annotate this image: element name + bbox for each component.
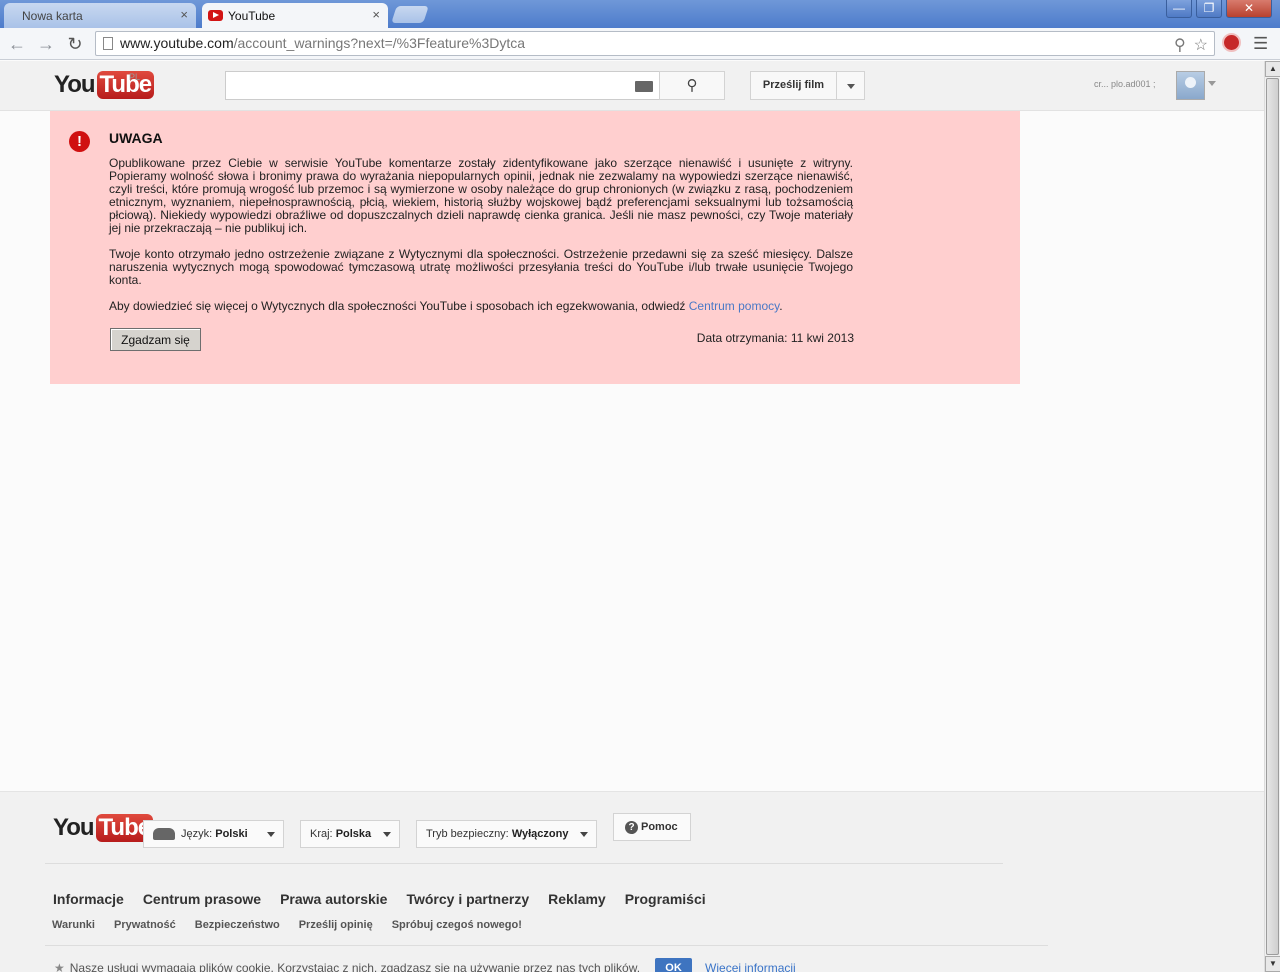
country-value: Polska [335,828,372,840]
chevron-down-icon[interactable] [1208,81,1218,87]
tab-youtube[interactable]: YouTube × [202,3,388,28]
tab-new-tab[interactable]: Nowa karta × [4,3,196,28]
search-icon: ⚲ [686,77,698,94]
footer-link[interactable]: Programiści [625,891,706,907]
window-close-icon[interactable]: ✕ [1226,0,1272,18]
warning-body: Opublikowane przez Ciebie w serwisie You… [109,157,853,326]
help-label: Pomoc [641,821,678,833]
footer-divider [45,863,1003,864]
cookie-ok-button[interactable]: OK [655,958,693,972]
search-input[interactable] [225,71,660,100]
country-selector[interactable]: Kraj: Polska [300,820,400,848]
logo-you: You [53,814,95,841]
user-name[interactable]: cr... plo.ad001 ; [1094,79,1156,89]
region-code: PL [129,72,141,82]
help-icon: ? [625,821,638,834]
chevron-down-icon [383,832,391,837]
cookie-notice: ★ Nasze usługi wymagają plików cookie. K… [54,958,796,972]
footer-link[interactable]: Prywatność [114,919,176,931]
browser-menu-icon[interactable]: ☰ [1253,34,1268,54]
browser-titlebar: Nowa karta × YouTube × — ❐ ✕ [0,0,1280,28]
minimize-icon[interactable]: — [1166,0,1192,18]
help-center-link[interactable]: Centrum pomocy [689,299,779,313]
warning-paragraph: Opublikowane przez Ciebie w serwisie You… [109,156,853,235]
safety-label: Tryb bezpieczny: [426,828,509,840]
adblock-extension-icon[interactable] [1222,33,1241,52]
youtube-favicon-icon [208,10,223,21]
language-selector[interactable]: Język: Polski [143,820,284,848]
country-label: Kraj: [310,828,333,840]
tab-label: Nowa karta [22,8,83,23]
footer-link[interactable]: Prawa autorskie [280,891,387,907]
more-info-link[interactable]: Więcej informacji [705,961,796,972]
tab-label: YouTube [228,8,276,23]
restore-icon[interactable]: ❐ [1196,0,1222,18]
footer-link[interactable]: Informacje [53,891,124,907]
agree-button[interactable]: Zgadzam się [110,328,201,351]
footer-link[interactable]: Bezpieczeństwo [195,919,280,931]
address-bar[interactable]: www.youtube.com/account_warnings?next=/%… [95,31,1215,56]
scroll-down-icon[interactable]: ▼ [1265,956,1280,972]
received-date: Data otrzymania: 11 kwi 2013 [696,331,854,345]
back-arrow-icon[interactable]: ← [6,33,28,55]
footer-link[interactable]: Twórcy i partnerzy [406,891,529,907]
avatar[interactable] [1176,71,1205,100]
warning-paragraph: Twoje konto otrzymało jedno ostrzeżenie … [109,247,853,287]
key-icon[interactable]: ⚲ [1174,34,1186,57]
cookie-text: Nasze usługi wymagają plików cookie. Kor… [69,961,641,972]
language-label: Język: [181,828,213,840]
close-icon[interactable]: × [372,7,380,22]
close-icon[interactable]: × [180,7,188,22]
paragraph-text: Aby dowiedzieć się więcej o Wytycznych d… [109,299,689,313]
page-icon [103,37,113,50]
safety-mode-selector[interactable]: Tryb bezpieczny: Wyłączony [416,820,597,848]
language-icon [153,828,175,841]
page-scrollbar[interactable]: ▲ ▼ [1264,61,1280,972]
footer-secondary-links: Warunki Prywatność Bezpieczeństwo Prześl… [52,919,522,931]
language-value: Polski [215,828,248,840]
new-tab-button[interactable] [391,6,429,23]
footer-link[interactable]: Centrum prasowe [143,891,261,907]
chevron-down-icon [580,832,588,837]
footer-divider [45,945,1048,946]
footer-link[interactable]: Spróbuj czegoś nowego! [392,919,522,931]
scroll-thumb[interactable] [1266,78,1279,955]
footer-primary-links: Informacje Centrum prasowe Prawa autorsk… [53,891,706,907]
upload-dropdown-button[interactable] [836,71,865,100]
warning-icon: ! [69,131,90,152]
account-warning-box: ! UWAGA Opublikowane przez Ciebie w serw… [50,111,1020,384]
chevron-down-icon [267,832,275,837]
footer-youtube-logo[interactable]: You Tube [53,814,154,842]
youtube-footer: You Tube Język: Polski Kraj: Polska Tryb … [0,791,1264,972]
warning-title: UWAGA [109,130,163,146]
footer-link[interactable]: Reklamy [548,891,606,907]
warning-paragraph: Aby dowiedzieć się więcej o Wytycznych d… [109,299,783,313]
reload-icon[interactable]: ↻ [64,33,86,55]
footer-link[interactable]: Prześlij opinię [299,919,373,931]
footer-link[interactable]: Warunki [52,919,95,931]
star-icon: ★ [54,961,65,972]
url-path: /account_warnings?next=/%3Ffeature%3Dytc… [233,35,526,51]
bookmark-star-icon[interactable]: ☆ [1194,34,1208,57]
forward-arrow-icon[interactable]: → [35,33,57,55]
url-host: www.youtube.com [120,35,234,51]
youtube-header: You Tube PL ⚲ Prześlij film cr... plo.ad0… [0,61,1264,111]
help-button[interactable]: ? Pomoc [613,813,691,841]
upload-button[interactable]: Prześlij film [750,71,837,100]
window-controls: — ❐ ✕ [1166,0,1272,18]
search-button[interactable]: ⚲ [659,71,725,100]
safety-value: Wyłączony [511,828,569,840]
logo-tube: Tube [96,71,155,99]
browser-toolbar: ← → ↻ www.youtube.com/account_warnings?n… [0,28,1280,60]
keyboard-icon[interactable] [635,81,653,92]
logo-you: You [54,71,96,98]
scroll-up-icon[interactable]: ▲ [1265,61,1280,77]
